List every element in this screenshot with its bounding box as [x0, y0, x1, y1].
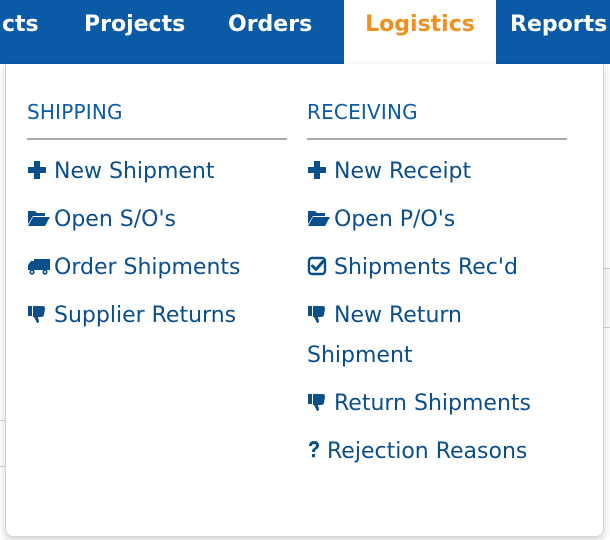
menu-item-label: Rejection Reasons: [327, 439, 528, 464]
nav-item-orders[interactable]: Orders: [228, 0, 312, 64]
folder-open-icon: [307, 208, 330, 228]
menu-item-label: Supplier Returns: [54, 303, 237, 328]
menu-item-return-shipments[interactable]: Return Shipments: [307, 384, 531, 424]
folder-open-icon: [27, 208, 50, 228]
menu-item-label: Open S/O's: [54, 207, 176, 232]
truck-icon: [27, 256, 50, 276]
menu-item-rejection-reasons[interactable]: Rejection Reasons: [307, 432, 527, 472]
receiving-heading-rule: [307, 138, 567, 140]
plus-icon: [307, 160, 329, 180]
menu-item-shipments-recd[interactable]: Shipments Rec'd: [307, 248, 518, 288]
menu-item-new-shipment[interactable]: New Shipment: [27, 152, 215, 192]
nav-item-projects[interactable]: Projects: [84, 0, 185, 64]
menu-item-label: New Receipt: [334, 159, 472, 184]
menu-item-label: New Return Shipment: [307, 303, 462, 368]
menu-item-open-sos[interactable]: Open S/O's: [27, 200, 176, 240]
nav-item-reports[interactable]: Reports: [510, 0, 607, 64]
plus-icon: [27, 160, 49, 180]
menu-item-new-return-shipment[interactable]: New Return Shipment: [307, 296, 557, 376]
menu-item-label: Open P/O's: [334, 207, 456, 232]
thumbs-down-icon: [307, 304, 329, 324]
shipping-heading: SHIPPING: [27, 100, 123, 124]
top-navigation-bar: cts Projects Orders Logistics Reports: [0, 0, 610, 64]
receiving-heading: RECEIVING: [307, 100, 418, 124]
menu-item-label: Shipments Rec'd: [334, 255, 518, 280]
question-icon: [307, 440, 321, 460]
menu-item-new-receipt[interactable]: New Receipt: [307, 152, 471, 192]
thumbs-down-icon: [307, 392, 329, 412]
logistics-dropdown-menu: SHIPPING New Shipment Open S/O's Order S…: [5, 64, 604, 537]
menu-item-label: Return Shipments: [334, 391, 531, 416]
nav-item-contacts[interactable]: cts: [0, 0, 62, 64]
menu-item-order-shipments[interactable]: Order Shipments: [27, 248, 241, 288]
check-square-icon: [307, 256, 329, 276]
menu-item-open-pos[interactable]: Open P/O's: [307, 200, 455, 240]
menu-item-supplier-returns[interactable]: Supplier Returns: [27, 296, 236, 336]
menu-item-label: Order Shipments: [54, 255, 241, 280]
thumbs-down-icon: [27, 304, 49, 324]
menu-item-label: New Shipment: [54, 159, 215, 184]
shipping-heading-rule: [27, 138, 287, 140]
nav-item-logistics[interactable]: Logistics: [344, 0, 496, 64]
